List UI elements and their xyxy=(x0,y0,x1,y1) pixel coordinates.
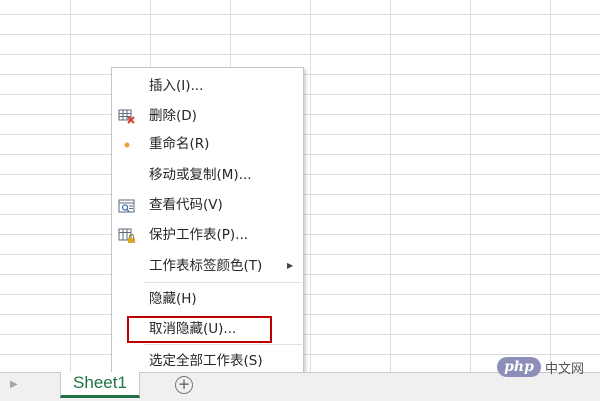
menu-item-label: 选定全部工作表(S) xyxy=(149,353,263,369)
scroll-tabs-right-icon[interactable]: ▶ xyxy=(10,379,18,390)
highlight-annotation xyxy=(127,316,272,343)
menu-item-tab-color[interactable]: 工作表标签颜色(T) ▶ xyxy=(112,253,303,279)
protect-sheet-icon xyxy=(118,227,136,243)
menu-item-hide[interactable]: 隐藏(H) xyxy=(112,286,303,312)
menu-item-label: 重命名(R) xyxy=(149,136,210,152)
sheet-tab-sheet1[interactable]: Sheet1 xyxy=(60,372,140,398)
menu-item-protect-sheet[interactable]: 保护工作表(P)... xyxy=(112,222,303,248)
watermark: php 中文网 xyxy=(497,357,597,379)
delete-sheet-icon xyxy=(118,108,136,124)
menu-item-label: 保护工作表(P)... xyxy=(149,227,249,243)
menu-item-move-copy[interactable]: 移动或复制(M)... xyxy=(112,162,303,188)
menu-item-label: 删除(D) xyxy=(149,108,197,124)
dot-icon xyxy=(118,136,136,152)
watermark-text: 中文网 xyxy=(545,362,585,377)
menu-item-label: 插入(I)... xyxy=(149,78,204,94)
menu-item-view-code[interactable]: 查看代码(V) xyxy=(112,192,303,218)
menu-item-insert[interactable]: 插入(I)... xyxy=(112,73,303,99)
chevron-right-icon: ▶ xyxy=(287,261,294,270)
menu-item-delete[interactable]: 删除(D) xyxy=(112,103,303,129)
view-code-icon xyxy=(118,197,136,213)
menu-separator xyxy=(144,282,302,283)
watermark-logo: php xyxy=(497,357,541,377)
add-sheet-button[interactable]: + xyxy=(175,376,193,394)
menu-item-label: 查看代码(V) xyxy=(149,197,223,213)
menu-item-label: 隐藏(H) xyxy=(149,291,197,307)
menu-item-label: 移动或复制(M)... xyxy=(149,167,252,183)
menu-item-rename[interactable]: 重命名(R) xyxy=(112,131,303,157)
menu-separator xyxy=(144,344,302,345)
menu-item-select-all-sheets[interactable]: 选定全部工作表(S) xyxy=(112,348,303,374)
menu-item-label: 工作表标签颜色(T) xyxy=(149,258,263,274)
